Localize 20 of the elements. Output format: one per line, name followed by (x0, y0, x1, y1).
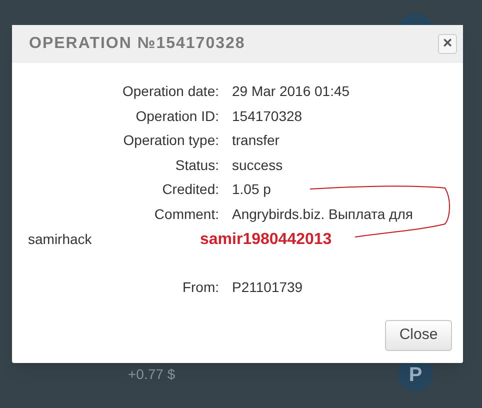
field-value: P21101739 (232, 278, 304, 297)
field-label: Operation ID: (134, 106, 219, 126)
close-button[interactable]: Close (385, 320, 452, 351)
field-value: success (232, 156, 284, 175)
comment-text: samirhack (27, 230, 93, 250)
field-value: transfer (232, 131, 280, 150)
field-label: Comment: (153, 204, 219, 224)
field-label: Status: (174, 156, 219, 175)
annotation-text: samir1980442013 (200, 230, 332, 250)
close-button[interactable]: × (438, 34, 457, 54)
field-value: 29 Mar 2016 01:45 (232, 82, 351, 101)
field-value: Angrybirds.biz. Выплата для (232, 204, 414, 224)
field-value: 1.05 р (232, 180, 272, 200)
field-label: From: (181, 278, 219, 297)
field-label: Credited: (161, 180, 219, 200)
field-value: 154170328 (232, 106, 304, 126)
field-label: Operation type: (122, 131, 219, 150)
field-label: Operation date: (121, 82, 219, 101)
dialog-title: OPERATION №154170328 (29, 34, 246, 54)
amount-text: +0.77 $ (128, 365, 176, 384)
